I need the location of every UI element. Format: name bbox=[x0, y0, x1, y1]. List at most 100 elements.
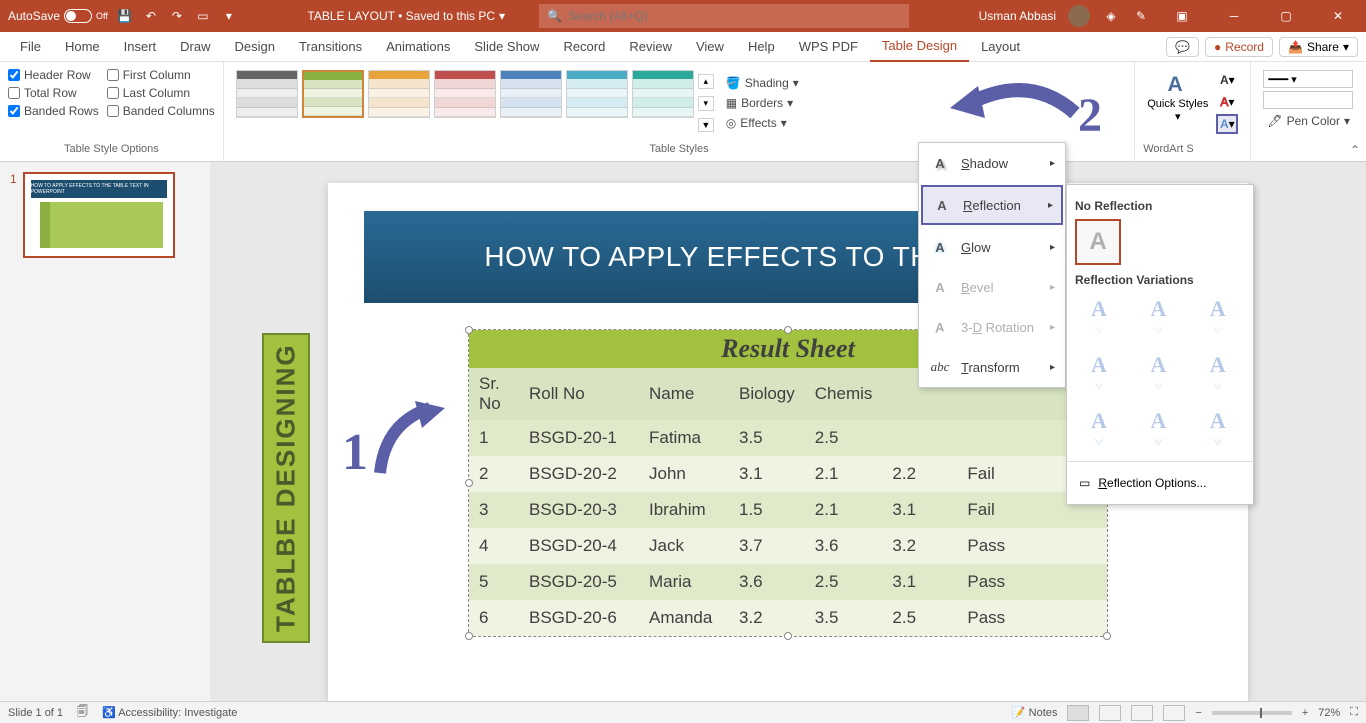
text-outline-button[interactable]: A▾ bbox=[1216, 92, 1238, 112]
table-row[interactable]: 1BSGD-20-1Fatima3.52.5 bbox=[469, 420, 1107, 456]
menu-glow[interactable]: A Glow▸ bbox=[919, 227, 1065, 267]
minimize-icon[interactable]: ─ bbox=[1214, 0, 1254, 32]
table-cell[interactable]: Amanda bbox=[639, 600, 729, 636]
save-icon[interactable]: 💾 bbox=[116, 7, 134, 25]
table-cell[interactable]: 2.1 bbox=[805, 492, 883, 528]
tab-slideshow[interactable]: Slide Show bbox=[462, 32, 551, 62]
tab-design[interactable]: Design bbox=[223, 32, 287, 62]
table-cell[interactable] bbox=[882, 420, 957, 456]
tab-view[interactable]: View bbox=[684, 32, 736, 62]
table-cell[interactable]: 3.6 bbox=[729, 564, 805, 600]
style-thumb-6[interactable] bbox=[566, 70, 628, 118]
pen-style-select[interactable]: ━━━ ▾ bbox=[1263, 70, 1353, 88]
style-thumb-4[interactable] bbox=[434, 70, 496, 118]
table-cell[interactable]: Fatima bbox=[639, 420, 729, 456]
table-cell[interactable]: 2.5 bbox=[805, 420, 883, 456]
table-cell[interactable]: Maria bbox=[639, 564, 729, 600]
side-label[interactable]: TABLBE DESIGNING bbox=[262, 333, 310, 643]
effects-button[interactable]: ◎ Effects ▾ bbox=[722, 114, 803, 132]
style-thumb-3[interactable] bbox=[368, 70, 430, 118]
table-cell[interactable]: 3.1 bbox=[729, 456, 805, 492]
refl-var-7[interactable]: AA bbox=[1075, 405, 1123, 453]
refl-var-9[interactable]: AA bbox=[1194, 405, 1242, 453]
refl-var-2[interactable]: AA bbox=[1134, 293, 1182, 341]
table-cell[interactable]: 3.5 bbox=[805, 600, 883, 636]
style-thumb-1[interactable] bbox=[236, 70, 298, 118]
menu-transform[interactable]: abc Transform▸ bbox=[919, 347, 1065, 387]
table-cell[interactable]: Fail bbox=[957, 492, 1032, 528]
table-row[interactable]: 5BSGD-20-5Maria3.62.53.1Pass bbox=[469, 564, 1107, 600]
fit-to-window[interactable]: ⛶ bbox=[1350, 706, 1358, 719]
tab-file[interactable]: File bbox=[8, 32, 53, 62]
cb-banded-rows[interactable]: Banded Rows bbox=[8, 104, 99, 118]
quick-styles-button[interactable]: A Quick Styles▾ bbox=[1143, 66, 1212, 138]
share-button[interactable]: 📤 Share ▾ bbox=[1279, 37, 1358, 57]
table-cell[interactable]: 3.7 bbox=[729, 528, 805, 564]
zoom-slider[interactable] bbox=[1212, 711, 1292, 715]
style-gallery-open[interactable]: ▼ bbox=[698, 118, 714, 132]
table-cell[interactable]: 3.2 bbox=[729, 600, 805, 636]
tab-record[interactable]: Record bbox=[551, 32, 617, 62]
search-bar[interactable]: 🔍 bbox=[539, 4, 909, 28]
style-scroll-up[interactable]: ▴ bbox=[698, 74, 714, 89]
refl-var-4[interactable]: AA bbox=[1075, 349, 1123, 397]
table-row[interactable]: 6BSGD-20-6Amanda3.23.52.5Pass bbox=[469, 600, 1107, 636]
pen-color-button[interactable]: 🖊 Pen Color ▾ bbox=[1263, 112, 1354, 130]
view-reading[interactable] bbox=[1131, 705, 1153, 721]
table-cell[interactable]: Ibrahim bbox=[639, 492, 729, 528]
menu-shadow[interactable]: A Shadow▸ bbox=[919, 143, 1065, 183]
table-cell[interactable]: 3 bbox=[469, 492, 519, 528]
doc-dropdown-icon[interactable]: ▾ bbox=[499, 9, 505, 23]
table-cell[interactable]: 2 bbox=[469, 456, 519, 492]
maximize-icon[interactable]: ▢ bbox=[1266, 0, 1306, 32]
table-cell[interactable]: 3.5 bbox=[729, 420, 805, 456]
tab-home[interactable]: Home bbox=[53, 32, 112, 62]
zoom-out[interactable]: − bbox=[1195, 707, 1201, 719]
refl-var-5[interactable]: AA bbox=[1134, 349, 1182, 397]
slide-counter[interactable]: Slide 1 of 1 bbox=[8, 707, 63, 719]
autosave-toggle[interactable]: AutoSave Off bbox=[8, 9, 108, 23]
table-cell[interactable] bbox=[1032, 600, 1107, 636]
menu-reflection[interactable]: A Reflection▸ bbox=[921, 185, 1063, 225]
style-thumb-5[interactable] bbox=[500, 70, 562, 118]
doc-title[interactable]: TABLE LAYOUT • Saved to this PC bbox=[307, 9, 495, 23]
slideshow-icon[interactable]: ▭ bbox=[194, 7, 212, 25]
cb-header-row[interactable]: Header Row bbox=[8, 68, 99, 82]
user-avatar[interactable] bbox=[1068, 5, 1090, 27]
tab-draw[interactable]: Draw bbox=[168, 32, 222, 62]
table-cell[interactable]: BSGD-20-1 bbox=[519, 420, 639, 456]
collapse-ribbon-icon[interactable]: ⌃ bbox=[1350, 143, 1360, 157]
table-cell[interactable]: BSGD-20-4 bbox=[519, 528, 639, 564]
table-cell[interactable]: 3.1 bbox=[882, 492, 957, 528]
table-cell[interactable]: Fail bbox=[957, 456, 1032, 492]
table-cell[interactable]: BSGD-20-5 bbox=[519, 564, 639, 600]
cb-last-column[interactable]: Last Column bbox=[107, 86, 215, 100]
table-cell[interactable]: 1 bbox=[469, 420, 519, 456]
table-cell[interactable]: Pass bbox=[957, 528, 1032, 564]
text-fill-button[interactable]: A▾ bbox=[1216, 70, 1238, 90]
table-cell[interactable]: 1.5 bbox=[729, 492, 805, 528]
reflection-options-button[interactable]: ▭ Reflection Options... bbox=[1075, 470, 1245, 496]
table-cell[interactable]: 4 bbox=[469, 528, 519, 564]
view-normal[interactable] bbox=[1067, 705, 1089, 721]
slide-thumbnail-1[interactable]: HOW TO APPLY EFFECTS TO THE TABLE TEXT I… bbox=[23, 172, 175, 258]
lang-icon[interactable]: 🗐 bbox=[77, 703, 88, 722]
tab-help[interactable]: Help bbox=[736, 32, 787, 62]
qat-dropdown-icon[interactable]: ▾ bbox=[220, 7, 238, 25]
refl-var-6[interactable]: AA bbox=[1194, 349, 1242, 397]
table-cell[interactable] bbox=[1032, 564, 1107, 600]
table-cell[interactable]: BSGD-20-2 bbox=[519, 456, 639, 492]
table-cell[interactable]: Pass bbox=[957, 564, 1032, 600]
table-cell[interactable]: Pass bbox=[957, 600, 1032, 636]
table-row[interactable]: 2BSGD-20-2John3.12.12.2Fail bbox=[469, 456, 1107, 492]
record-button[interactable]: ● Record bbox=[1205, 37, 1273, 57]
cb-first-column[interactable]: First Column bbox=[107, 68, 215, 82]
table-row[interactable]: 4BSGD-20-4Jack3.73.63.2Pass bbox=[469, 528, 1107, 564]
table-cell[interactable]: BSGD-20-3 bbox=[519, 492, 639, 528]
tab-tabledesign[interactable]: Table Design bbox=[870, 32, 969, 62]
shading-button[interactable]: 🪣 Shading ▾ bbox=[722, 74, 803, 92]
table-cell[interactable] bbox=[1032, 528, 1107, 564]
borders-button[interactable]: ▦ Borders ▾ bbox=[722, 94, 803, 112]
table-cell[interactable]: 2.2 bbox=[882, 456, 957, 492]
diamond-icon[interactable]: ◈ bbox=[1102, 7, 1120, 25]
